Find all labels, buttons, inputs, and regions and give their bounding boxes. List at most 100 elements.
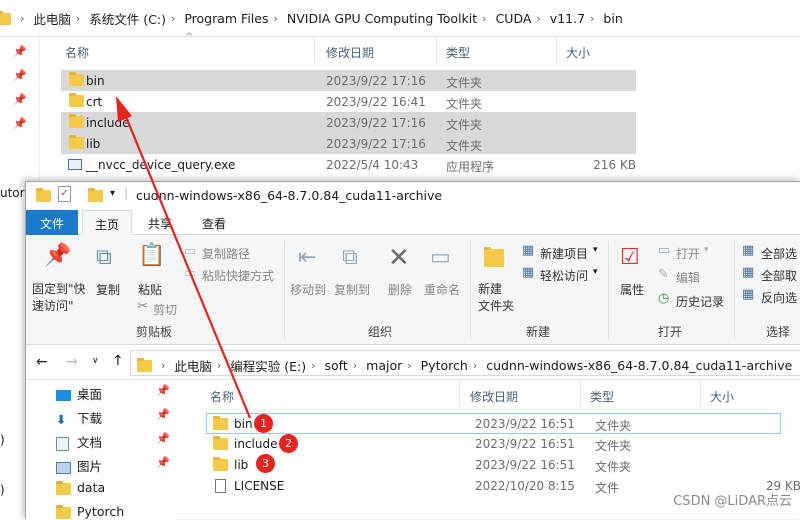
properties-button[interactable]: 属性 [620, 281, 644, 298]
breadcrumb-item[interactable]: 此电脑 [174, 356, 212, 375]
pin-quick-access-button[interactable]: 固定到"快 速访问" [32, 281, 86, 315]
tab-share[interactable]: 共享 [136, 210, 184, 235]
breadcrumb-item[interactable]: NVIDIA GPU Computing Toolkit [287, 11, 477, 26]
nav-item-data[interactable]: data [56, 480, 105, 495]
breadcrumb-item[interactable]: Pytorch [421, 358, 468, 373]
folder-icon [56, 480, 71, 495]
forward-arrow-icon[interactable]: → [66, 354, 78, 370]
nav-item-pictures[interactable]: 图片 📌 [56, 456, 170, 475]
breadcrumb-item[interactable]: Program Files [184, 11, 268, 26]
copy-icon: ⧉ [96, 245, 112, 270]
list-item[interactable]: bin 2023/9/22 16:51 文件夹 [206, 413, 781, 434]
list-item[interactable]: bin 2023/9/22 17:16 文件夹 [61, 70, 636, 91]
breadcrumb-item[interactable]: 编程实验 (E:) [230, 356, 306, 375]
pin-icon[interactable]: 📌 [156, 384, 170, 397]
nav-item-downloads[interactable]: ⬇ 下载 📌 [56, 408, 170, 427]
paste-shortcut-icon: ▭ [184, 266, 197, 281]
column-type[interactable]: 类型 [590, 388, 614, 405]
nav-item-pytorch[interactable]: Pytorch [56, 504, 124, 519]
breadcrumb-item[interactable]: 此电脑 [33, 9, 71, 28]
pin-icon[interactable]: 📌 [44, 243, 71, 268]
copy-button[interactable]: 复制 [96, 281, 120, 298]
delete-button[interactable]: 删除 [388, 281, 412, 298]
nav-item-desktop[interactable]: 桌面 📌 [56, 384, 170, 403]
column-date[interactable]: 修改日期 [470, 388, 518, 405]
paste-shortcut-button[interactable]: 粘贴快捷方式 [202, 267, 274, 284]
pin-icon[interactable]: 📌 [13, 117, 27, 130]
column-name[interactable]: 名称 [65, 44, 89, 61]
group-select: 选择 [766, 325, 791, 339]
copy-path-button[interactable]: 复制路径 [202, 245, 250, 262]
new-folder-button[interactable]: 新建 文件夹 [478, 281, 514, 315]
group-clipboard: 剪贴板 [136, 325, 173, 339]
open-icon: ▭ [658, 243, 671, 258]
back-arrow-icon[interactable]: ← [36, 354, 48, 370]
column-date[interactable]: 修改日期 [326, 44, 374, 61]
breadcrumb-item[interactable]: v11.7 [550, 11, 585, 26]
open-button[interactable]: 打开 [676, 245, 700, 262]
window-title: cudnn-windows-x86_64-8.7.0.84_cuda11-arc… [136, 188, 443, 203]
rename-icon: ▭ [430, 245, 451, 270]
dropdown-icon[interactable]: ▾ [704, 245, 709, 255]
paste-button[interactable]: 粘贴 [138, 281, 162, 298]
pin-icon[interactable]: 📌 [13, 69, 27, 82]
properties-quick-icon[interactable]: ✓ [58, 186, 71, 202]
select-all-button[interactable]: 全部选 [761, 245, 797, 262]
column-name[interactable]: 名称 [210, 388, 234, 405]
move-to-button[interactable]: 移动到 [290, 281, 326, 298]
quick-access-dropdown-icon[interactable]: ▾ [110, 188, 115, 199]
up-arrow-icon[interactable]: ↑ [112, 353, 124, 369]
pin-icon[interactable]: 📌 [156, 456, 170, 469]
paste-icon: 📋 [138, 243, 166, 268]
rename-button[interactable]: 重命名 [424, 281, 460, 298]
tab-home[interactable]: 主页 [82, 210, 133, 235]
cut-icon: ✂ [137, 299, 148, 314]
dropdown-icon[interactable]: ▾ [593, 245, 598, 255]
edit-button[interactable]: 编辑 [676, 269, 700, 286]
invert-selection-button[interactable]: 反向选 [761, 289, 797, 306]
breadcrumb-item[interactable]: bin [603, 11, 622, 26]
pin-icon[interactable]: 📌 [156, 432, 170, 445]
breadcrumb-item[interactable]: soft [325, 358, 348, 373]
copy-to-button[interactable]: 复制到 [334, 281, 370, 298]
column-size[interactable]: 大小 [566, 44, 590, 61]
new-folder-quick-icon[interactable] [88, 188, 103, 202]
new-item-button[interactable]: 新建项目 [540, 245, 588, 262]
breadcrumb-item[interactable]: major [366, 358, 402, 373]
back-address-bar[interactable]: › 此电脑 › 系统文件 (C:) › Program Files › NVIDIA … [0, 0, 800, 37]
pin-icon[interactable]: 📌 [13, 93, 27, 106]
history-button[interactable]: 历史记录 [676, 293, 724, 310]
delete-icon: ✕ [388, 243, 410, 273]
column-type[interactable]: 类型 [446, 44, 470, 61]
front-address-bar: ← → ∨ ↑ › 此电脑 › 编程实验 (E:) › soft › major › P… [26, 346, 800, 380]
list-item[interactable]: crt 2023/9/22 16:41 文件夹 [61, 91, 636, 112]
breadcrumb-item[interactable]: 系统文件 (C:) [89, 9, 166, 28]
address-path[interactable]: › 此电脑 › 编程实验 (E:) › soft › major › Pytorch › … [130, 350, 800, 376]
cut-button[interactable]: 剪切 [153, 301, 177, 318]
title-bar[interactable]: ✓ ▾ | cudnn-windows-x86_64-8.7.0.84_cuda… [26, 182, 800, 210]
nav-item-documents[interactable]: 文档 📌 [56, 432, 170, 451]
list-item[interactable]: lib 2023/9/22 16:51 文件夹 [206, 455, 781, 476]
column-size[interactable]: 大小 [710, 388, 734, 405]
tab-view[interactable]: 查看 [190, 210, 238, 235]
select-none-button[interactable]: 全部取 [761, 267, 797, 284]
list-item[interactable]: lib 2023/9/22 17:16 文件夹 [61, 133, 636, 154]
list-item[interactable]: __nvcc_device_query.exe 2022/5/4 10:43 应… [61, 154, 636, 175]
ribbon: 📌 固定到"快 速访问" ⧉ 复制 📋 粘贴 ▭ 复制路径 ▭ 粘贴快捷方式 ✂… [26, 235, 800, 345]
watermark: CSDN @LiDAR点云 [673, 494, 792, 509]
pin-icon[interactable]: 📌 [13, 45, 27, 58]
pin-icon[interactable]: 📌 [156, 408, 170, 421]
breadcrumb-item[interactable]: CUDA [496, 11, 532, 26]
group-organize: 组织 [368, 325, 393, 339]
annotation-badge: 2 [279, 434, 298, 453]
breadcrumb-item[interactable]: cudnn-windows-x86_64-8.7.0.84_cuda11-arc… [486, 358, 792, 373]
easy-access-button[interactable]: 轻松访问 [540, 267, 588, 284]
folder-icon [213, 416, 228, 430]
tab-file[interactable]: 文件 [26, 210, 78, 235]
recent-dropdown-icon[interactable]: ∨ [92, 356, 99, 366]
dropdown-icon[interactable]: ▾ [593, 267, 598, 277]
annotation-badge: 3 [256, 454, 275, 473]
edit-icon: ✎ [658, 267, 669, 282]
copy-path-icon: ▭ [184, 244, 197, 259]
list-item[interactable]: include 2023/9/22 17:16 文件夹 [61, 112, 636, 133]
